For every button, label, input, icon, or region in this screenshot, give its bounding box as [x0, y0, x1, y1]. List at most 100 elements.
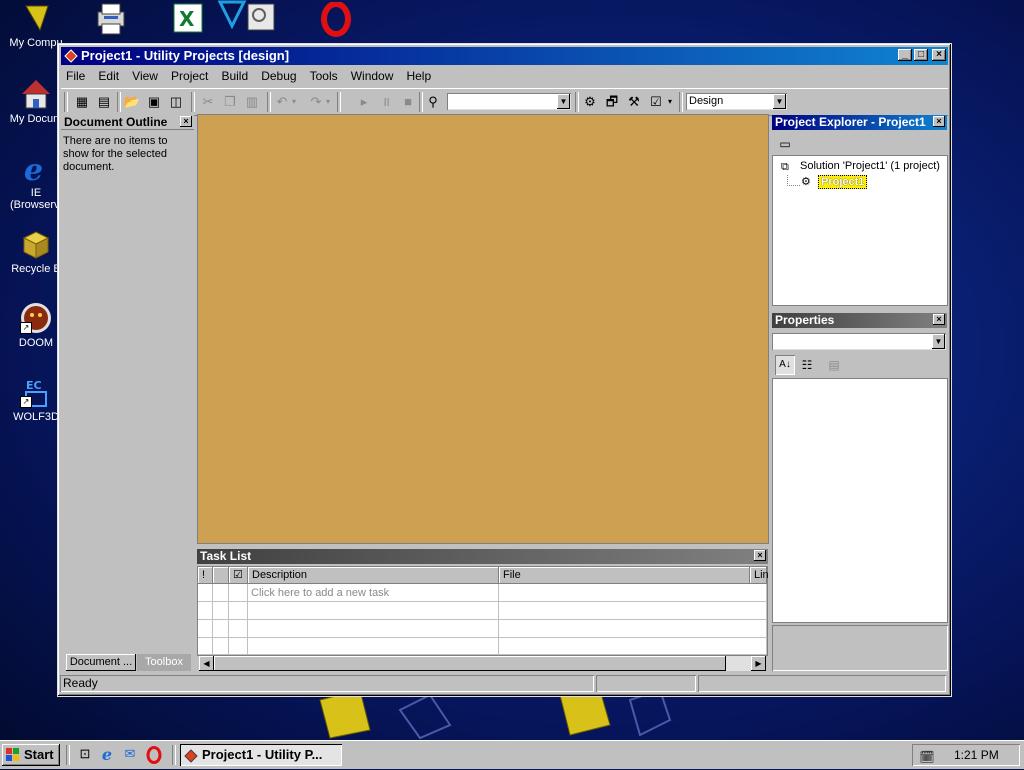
find-icon[interactable]: ⚲	[424, 93, 442, 111]
excel-desktop-icon[interactable]: X	[172, 2, 206, 40]
scrollbar-thumb[interactable]	[214, 656, 726, 671]
tab-document-outline[interactable]: Document ...	[66, 654, 136, 671]
properties-close-button[interactable]: ×	[933, 314, 945, 325]
opera-quicklaunch-icon[interactable]	[145, 744, 163, 764]
ie-quicklaunch-icon[interactable]: e	[98, 745, 116, 764]
task-list-horizontal-scrollbar[interactable]: ◀ ▶	[199, 656, 766, 671]
add-item-icon[interactable]: ▤	[95, 93, 113, 111]
project-explorer-tree: ⧉ Solution 'Project1' (1 project) ⚙ Proj…	[772, 155, 948, 306]
save-all-icon[interactable]: ◫	[167, 93, 185, 111]
task-cell	[229, 638, 248, 655]
properties-description-pane	[772, 625, 948, 671]
properties-grid[interactable]	[772, 378, 948, 623]
task-list-icon[interactable]: ☑	[647, 93, 665, 111]
maximize-button[interactable]: □	[914, 49, 928, 61]
properties-titlebar[interactable]: Properties ×	[772, 313, 947, 328]
menu-help[interactable]: Help	[401, 67, 436, 83]
start-button[interactable]: Start	[2, 744, 60, 766]
menu-edit[interactable]: Edit	[93, 67, 124, 83]
window-titlebar[interactable]: Project1 - Utility Projects [design] _ □…	[61, 47, 948, 65]
close-button[interactable]: ×	[932, 49, 946, 61]
alphabetical-sort-icon[interactable]: A↓	[775, 355, 795, 375]
opera-desktop-icon[interactable]	[320, 1, 354, 40]
configuration-arrow-icon[interactable]: ▼	[773, 94, 786, 109]
scroll-left-icon[interactable]: ◀	[199, 656, 214, 671]
project-explorer-close-button[interactable]: ×	[933, 116, 945, 127]
cut-icon[interactable]: ✂	[199, 93, 217, 111]
task-list-header-description[interactable]: Description	[248, 567, 499, 584]
printer-desktop-icon[interactable]	[94, 2, 128, 40]
outlook-quicklaunch-icon[interactable]: ✉	[121, 746, 139, 764]
task-list-header-type[interactable]	[213, 567, 229, 584]
toolbar-separator	[267, 92, 271, 112]
configuration-value: Design	[689, 95, 724, 107]
utility-project-icon: ⚙	[801, 176, 811, 188]
window-title: Project1 - Utility Projects [design]	[81, 48, 290, 63]
redo-dropdown-icon[interactable]: ▾	[323, 93, 333, 111]
task-list-title: Task List	[200, 549, 252, 563]
minimize-button[interactable]: _	[898, 49, 912, 61]
properties-window-icon[interactable]: 🗗	[603, 93, 621, 111]
scroll-right-icon[interactable]: ▶	[751, 656, 766, 671]
undo-dropdown-icon[interactable]: ▾	[289, 93, 299, 111]
task-cell	[213, 638, 229, 655]
document-outline-close-button[interactable]: ×	[180, 116, 192, 127]
windows-logo-icon	[5, 747, 21, 763]
save-icon[interactable]: ▣	[145, 93, 163, 111]
menu-debug[interactable]: Debug	[256, 67, 301, 83]
task-cell	[229, 620, 248, 638]
find-combo-arrow-icon[interactable]: ▼	[557, 94, 570, 109]
scheduler-tray-icon[interactable]: 🗓	[918, 746, 936, 764]
designer-surface[interactable]	[197, 114, 769, 544]
toolbar-separator	[191, 92, 195, 112]
task-cell	[229, 584, 248, 602]
task-cell	[213, 584, 229, 602]
menu-tools[interactable]: Tools	[305, 67, 343, 83]
solution-explorer-icon[interactable]: ⚙	[581, 93, 599, 111]
toolbox-icon[interactable]: ⚒	[625, 93, 643, 111]
project-explorer-titlebar[interactable]: Project Explorer - Project1 ×	[772, 115, 947, 130]
task-list-header-line[interactable]: Lin	[750, 567, 769, 584]
taskbar-project1-button[interactable]: Project1 - Utility P...	[180, 744, 342, 766]
add-task-row[interactable]: Click here to add a new task	[248, 584, 499, 602]
menu-project[interactable]: Project	[166, 67, 213, 83]
start-icon[interactable]: ▸	[355, 93, 373, 111]
open-folder-icon[interactable]: 📂	[123, 93, 141, 111]
menu-window[interactable]: Window	[346, 67, 399, 83]
task-list-titlebar[interactable]: Task List ×	[197, 549, 768, 564]
menu-file[interactable]: File	[61, 67, 90, 83]
task-list-header-priority[interactable]: !	[198, 567, 213, 584]
paste-icon[interactable]: ▥	[243, 93, 261, 111]
document-outline-title: Document Outline	[64, 115, 168, 129]
tab-toolbox[interactable]: Toolbox	[137, 654, 191, 671]
task-list-header-checked[interactable]: ☑	[229, 567, 248, 584]
solution-node[interactable]: Solution 'Project1' (1 project)	[800, 160, 940, 172]
project-node[interactable]: Project1	[818, 175, 868, 189]
solution-icon: ⧉	[781, 161, 789, 173]
my-computer-desktop-icon[interactable]: My Compu	[0, 2, 72, 49]
configuration-combo[interactable]: Design ▼	[686, 93, 787, 110]
task-cell	[229, 602, 248, 620]
categorized-sort-icon[interactable]: ☷	[797, 355, 817, 375]
task-list-header-file[interactable]: File	[499, 567, 750, 584]
toolbar-grip[interactable]	[64, 92, 68, 112]
properties-object-combo[interactable]: ▼	[772, 333, 946, 350]
stop-icon[interactable]: ■	[399, 93, 417, 111]
property-pages-icon[interactable]: ▤	[824, 355, 844, 375]
menu-view[interactable]: View	[127, 67, 163, 83]
copy-icon[interactable]: ❐	[221, 93, 239, 111]
find-combo[interactable]: ▼	[447, 93, 571, 110]
document-outline-titlebar[interactable]: Document Outline ×	[61, 115, 194, 130]
clock[interactable]: 1:21 PM	[954, 744, 999, 766]
properties-object-arrow-icon[interactable]: ▼	[932, 334, 945, 349]
status-text: Ready	[60, 675, 594, 692]
show-desktop-icon[interactable]: ⊡	[76, 746, 94, 764]
task-list-close-button[interactable]: ×	[754, 550, 766, 561]
new-project-icon[interactable]: ▦	[73, 93, 91, 111]
visio-desktop-icon[interactable]	[217, 0, 278, 40]
more-windows-dropdown-icon[interactable]: ▾	[665, 93, 675, 111]
break-icon[interactable]: ॥	[377, 93, 395, 111]
menu-build[interactable]: Build	[216, 67, 253, 83]
task-cell	[248, 602, 499, 620]
properties-page-icon[interactable]: ▭	[776, 135, 794, 153]
